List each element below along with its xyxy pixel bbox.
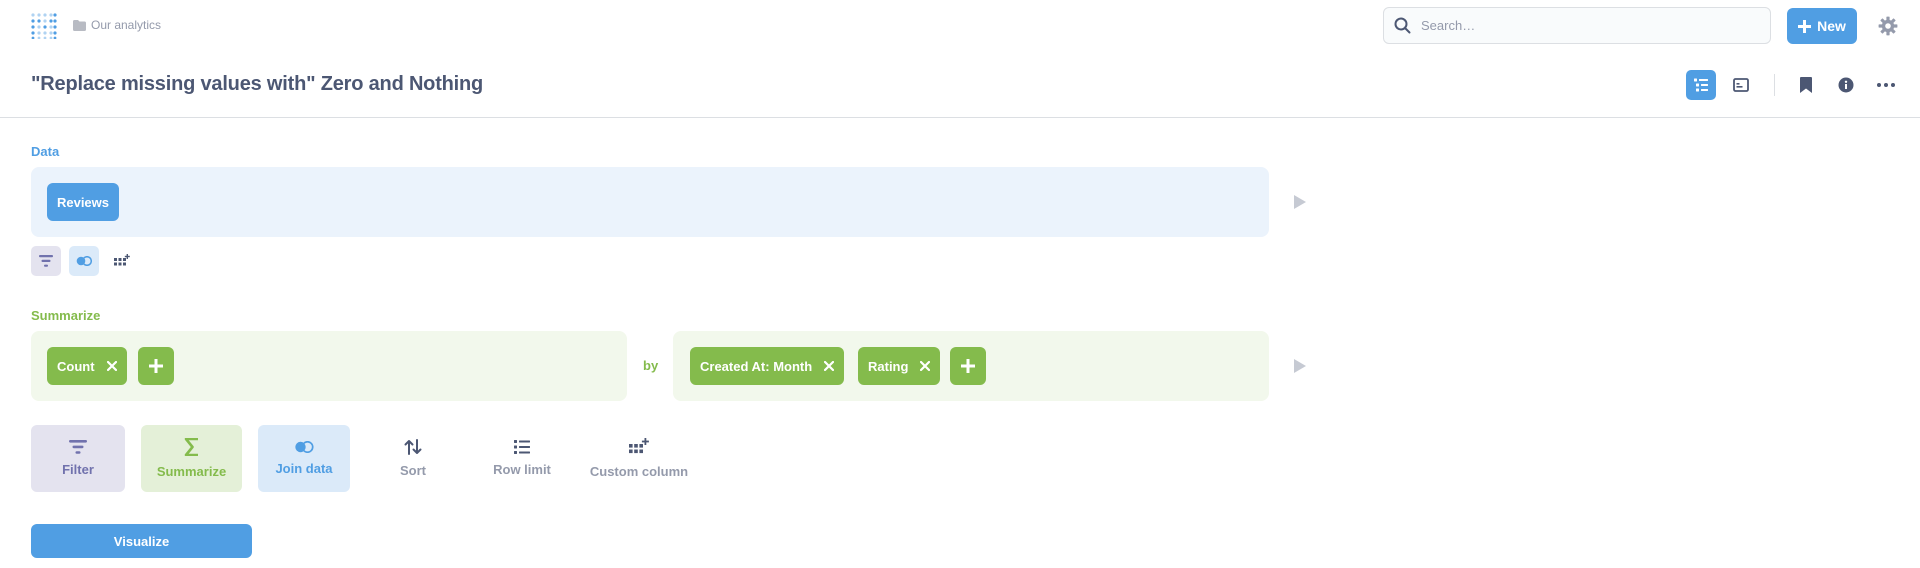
- header-divider: [1774, 74, 1775, 96]
- join-data-action-label: Join data: [275, 461, 333, 476]
- sql-preview-icon: [1733, 78, 1749, 92]
- folder-icon: [73, 19, 86, 31]
- sigma-icon: [184, 438, 198, 456]
- summarize-metrics-box: Count: [31, 331, 627, 401]
- search-input[interactable]: [1421, 18, 1741, 33]
- add-breakout-button[interactable]: [950, 347, 986, 385]
- close-icon[interactable]: [920, 361, 931, 371]
- breakout-pill-created-at[interactable]: Created At: Month: [690, 347, 845, 385]
- breadcrumb[interactable]: Our analytics: [73, 18, 161, 32]
- close-icon[interactable]: [106, 361, 117, 371]
- notebook-action-buttons: Filter Summarize Join data Sort Row limi…: [31, 425, 694, 492]
- row-limit-action-label: Row limit: [493, 462, 551, 477]
- data-step-label: Data: [31, 144, 60, 159]
- visualize-button[interactable]: Visualize: [31, 524, 252, 558]
- quick-filter-button[interactable]: [31, 246, 61, 276]
- info-icon: [1838, 77, 1854, 93]
- row-limit-action-button[interactable]: Row limit: [476, 425, 568, 492]
- summarize-step-preview-play-icon[interactable]: [1294, 359, 1306, 373]
- metric-pill-label: Count: [57, 358, 95, 374]
- sql-preview-toggle[interactable]: [1726, 70, 1756, 100]
- new-button-label: New: [1817, 18, 1846, 34]
- plus-icon: [149, 359, 163, 373]
- summarize-breakouts-box: Created At: Month Rating: [673, 331, 1269, 401]
- ellipsis-icon: [1877, 83, 1895, 87]
- bookmark-button[interactable]: [1791, 70, 1821, 100]
- add-metric-button[interactable]: [138, 347, 174, 385]
- breakout-pill-rating[interactable]: Rating: [858, 347, 941, 385]
- filter-icon: [69, 440, 87, 454]
- data-source-pill[interactable]: Reviews: [47, 183, 119, 221]
- notebook-editor-toggle[interactable]: [1686, 70, 1716, 100]
- quick-join-button[interactable]: [69, 246, 99, 276]
- filter-icon: [39, 255, 53, 267]
- notebook-icon: [1694, 78, 1708, 92]
- breakout-pill-label: Created At: Month: [700, 358, 813, 374]
- breadcrumb-collection-label[interactable]: Our analytics: [91, 18, 161, 32]
- custom-column-action-label: Custom column: [589, 464, 689, 479]
- custom-column-icon: [629, 438, 649, 454]
- summarize-by-label: by: [643, 358, 659, 373]
- data-step-preview-play-icon[interactable]: [1294, 195, 1306, 209]
- data-step-quick-actions: [31, 246, 137, 276]
- join-icon: [76, 256, 92, 266]
- sort-action-button[interactable]: Sort: [366, 425, 460, 492]
- bookmark-icon: [1800, 77, 1812, 93]
- join-data-action-button[interactable]: Join data: [258, 425, 350, 492]
- plus-icon: [1798, 19, 1812, 33]
- breakout-pill-label: Rating: [868, 358, 909, 374]
- sort-icon: [404, 439, 422, 455]
- data-step-box: Reviews: [31, 167, 1269, 237]
- top-navigation-bar: Our analytics New: [0, 0, 1920, 50]
- question-header-actions: [1686, 70, 1901, 100]
- question-title[interactable]: "Replace missing values with" Zero and N…: [31, 73, 483, 96]
- summarize-action-label: Summarize: [156, 464, 227, 479]
- join-icon: [295, 441, 314, 453]
- custom-column-action-button[interactable]: Custom column: [584, 425, 694, 492]
- list-icon: [514, 440, 530, 454]
- summarize-action-button[interactable]: Summarize: [141, 425, 242, 492]
- close-icon[interactable]: [824, 361, 835, 371]
- metric-pill-count[interactable]: Count: [47, 347, 127, 385]
- info-button[interactable]: [1831, 70, 1861, 100]
- custom-column-icon: [114, 254, 130, 266]
- gear-icon[interactable]: [1878, 16, 1898, 36]
- quick-custom-column-button[interactable]: [107, 246, 137, 276]
- search-bar[interactable]: [1383, 7, 1771, 44]
- sort-action-label: Sort: [400, 463, 426, 478]
- filter-action-label: Filter: [62, 462, 94, 477]
- filter-action-button[interactable]: Filter: [31, 425, 125, 492]
- new-button[interactable]: New: [1787, 8, 1857, 44]
- header-divider-line: [0, 117, 1920, 118]
- metabase-logo-icon[interactable]: [31, 13, 57, 39]
- search-icon: [1394, 17, 1411, 34]
- summarize-step-label: Summarize: [31, 308, 101, 323]
- plus-icon: [961, 359, 975, 373]
- more-options-button[interactable]: [1871, 70, 1901, 100]
